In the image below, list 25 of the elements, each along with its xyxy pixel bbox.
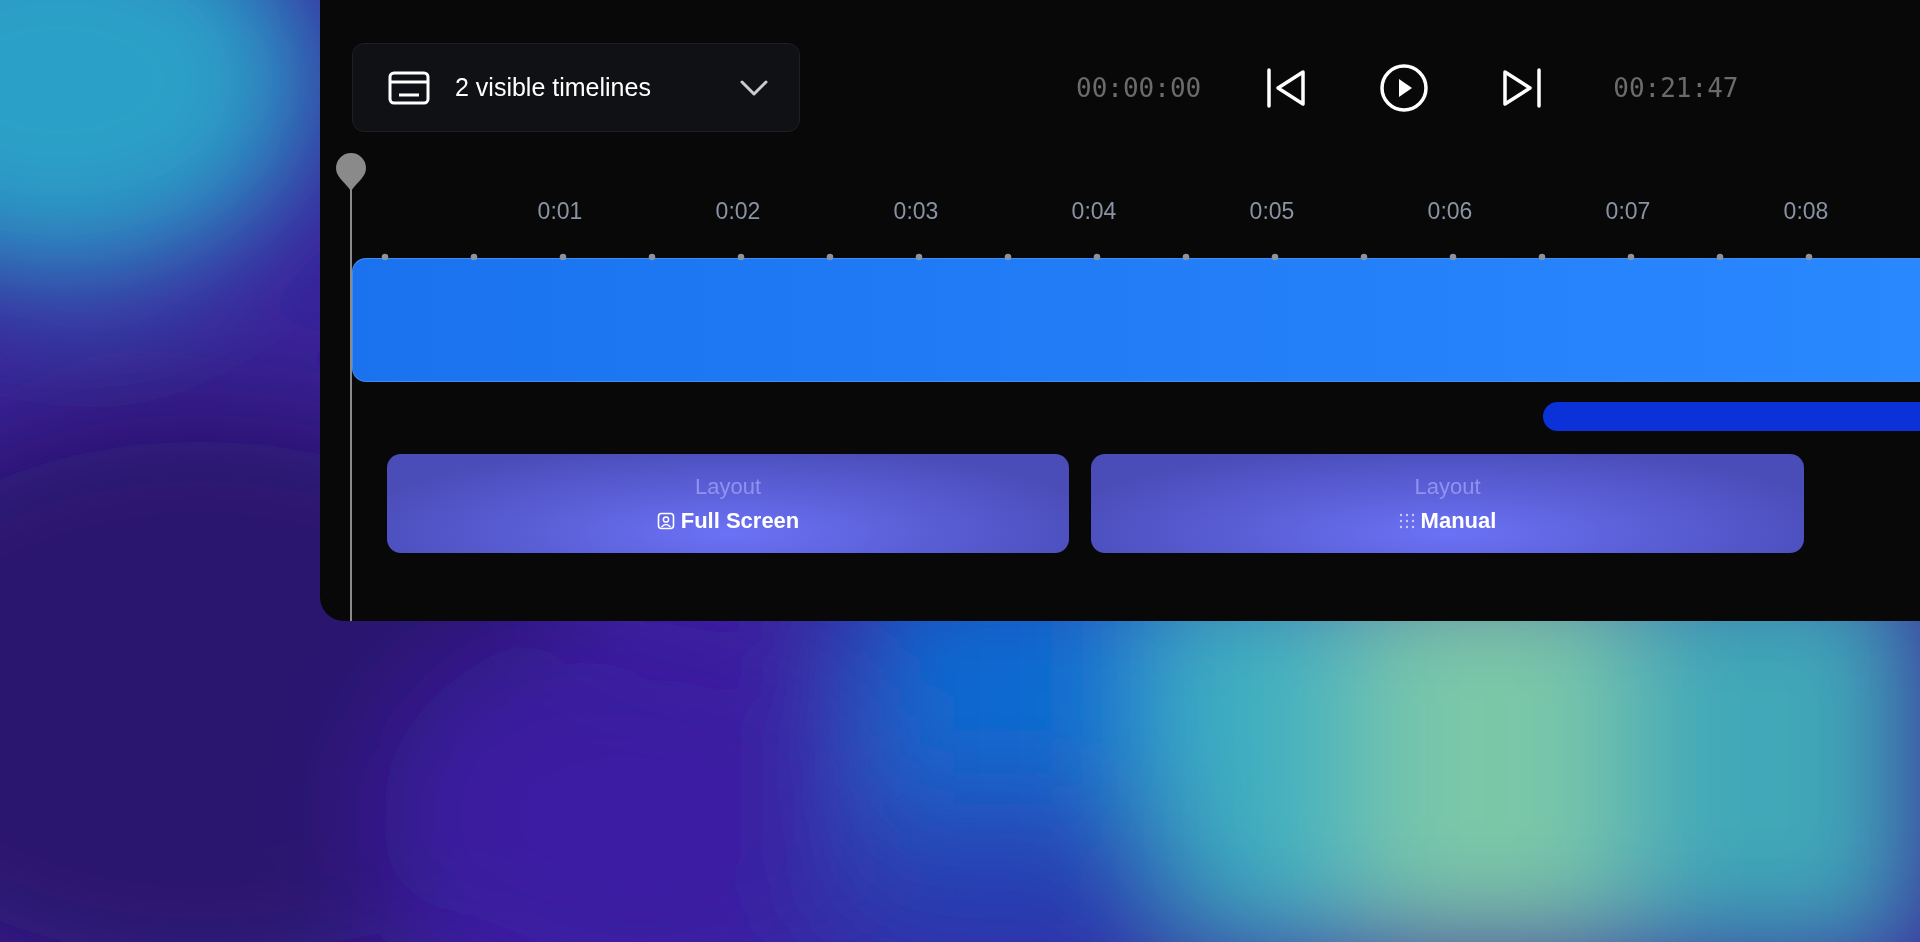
video-track-clip[interactable] [352,258,1920,382]
ruler-label: 0:06 [1427,198,1473,225]
timeline-dropdown[interactable]: 2 visible timelines [352,43,800,132]
window-icon [387,69,431,106]
person-frame-icon [656,511,675,530]
ruler-label: 0:08 [1783,198,1829,225]
ruler-label: 0:05 [1249,198,1295,225]
layout-clip[interactable]: Layout Full Screen [387,454,1069,553]
chevron-down-icon [739,78,769,97]
play-icon[interactable] [1379,62,1430,113]
start-time: 00:00:00 [1076,72,1202,103]
ruler-label: 0:01 [537,198,583,225]
clip-title: Layout [1414,473,1481,500]
ruler-label: 0:03 [893,198,939,225]
clip-title: Layout [694,473,762,500]
audio-track-clip[interactable] [1543,402,1920,431]
ruler-label: 0:02 [715,198,761,225]
end-time: 00:21:47 [1613,72,1739,103]
ruler-label: 0:07 [1605,198,1651,225]
playhead-handle[interactable] [334,151,368,621]
ruler-label: 0:04 [1071,198,1117,225]
dot-grid-icon [1398,512,1415,529]
layout-clip[interactable]: Layout Manual [1091,454,1804,553]
clip-label: Full Screen [680,507,800,534]
clip-label: Manual [1420,507,1497,534]
